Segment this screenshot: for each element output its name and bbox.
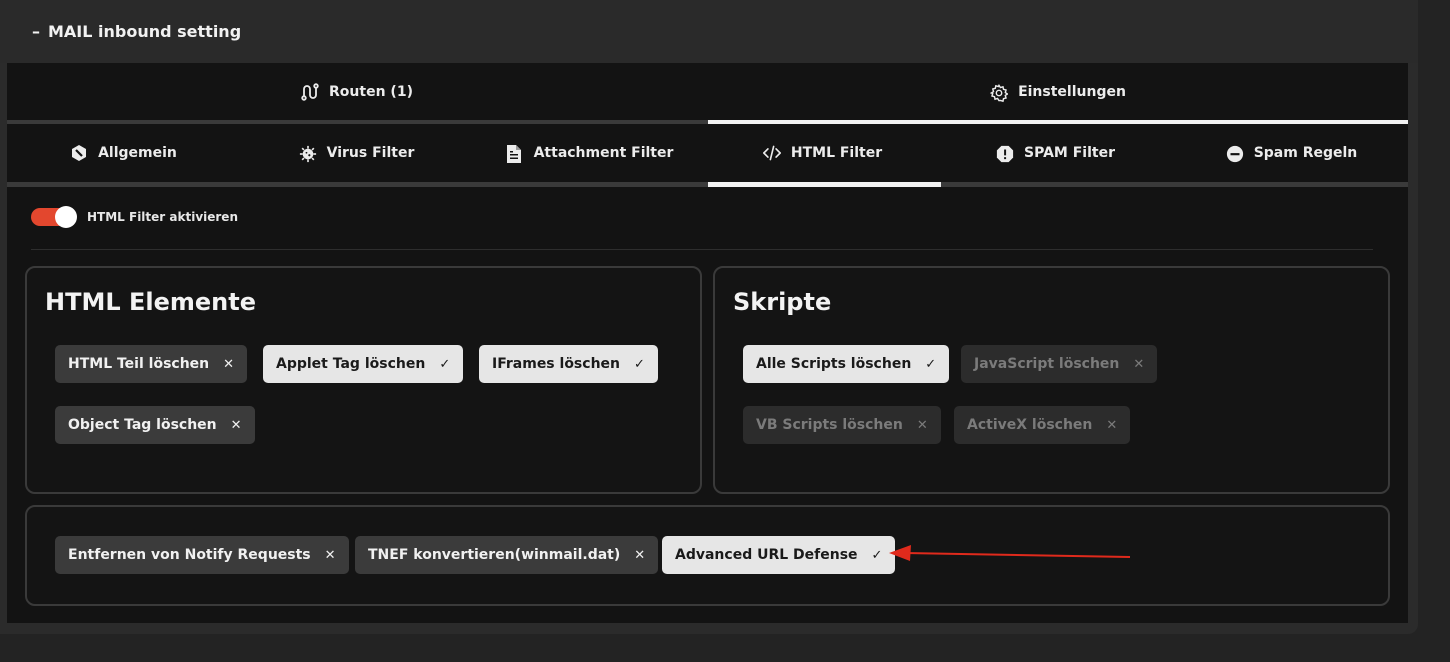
- main-tabs: Routen (1) Einstellungen: [7, 63, 1408, 120]
- close-icon: ✕: [1106, 417, 1118, 433]
- chip-label: Entfernen von Notify Requests: [68, 547, 311, 563]
- tab-allgemein[interactable]: Allgemein: [7, 124, 240, 182]
- check-icon: ✓: [925, 356, 937, 372]
- tab-routen[interactable]: Routen (1): [7, 63, 707, 120]
- tab-spam-regeln-label: Spam Regeln: [1253, 145, 1358, 161]
- chip-advanced-url-defense[interactable]: Advanced URL Defense ✓: [662, 536, 896, 574]
- html-elements-title: HTML Elemente: [45, 288, 257, 316]
- section-title-text: MAIL inbound setting: [48, 22, 242, 41]
- chip-activex-loeschen: ActiveX löschen ✕: [954, 406, 1131, 444]
- chip-label: IFrames löschen: [492, 356, 620, 372]
- chip-javascript-loeschen: JavaScript löschen ✕: [961, 345, 1158, 383]
- html-elements-card: HTML Elemente HTML Teil löschen ✕ Applet…: [25, 266, 702, 494]
- tab-allgemein-label: Allgemein: [98, 145, 177, 161]
- minus-circle-icon: [1226, 144, 1244, 163]
- tab-spam-regeln[interactable]: Spam Regeln: [1175, 124, 1408, 182]
- settings-window: – MAIL inbound setting Routen (1) Einste…: [0, 0, 1418, 634]
- chip-alle-scripts-loeschen[interactable]: Alle Scripts löschen ✓: [743, 345, 950, 383]
- tab-attachment-filter-label: Attachment Filter: [533, 145, 674, 161]
- chip-label: HTML Teil löschen: [68, 356, 210, 372]
- sub-tabs: Allgemein Virus Filter Attachment Filter…: [7, 124, 1408, 182]
- settings-panel: Routen (1) Einstellungen Allgemein Virus…: [7, 63, 1408, 623]
- chip-applet-tag-loeschen[interactable]: Applet Tag löschen ✓: [263, 345, 464, 383]
- chip-label: Object Tag löschen: [68, 417, 217, 433]
- close-icon: ✕: [1133, 356, 1145, 372]
- html-filter-toggle-label: HTML Filter aktivieren: [87, 210, 238, 224]
- chip-object-tag-loeschen[interactable]: Object Tag löschen ✕: [55, 406, 255, 444]
- chip-label: ActiveX löschen: [967, 417, 1093, 433]
- close-icon: ✕: [324, 547, 336, 563]
- sub-tabs-indicator: [7, 182, 1408, 187]
- close-icon: ✕: [230, 417, 242, 433]
- chip-label: JavaScript löschen: [974, 356, 1120, 372]
- section-title[interactable]: – MAIL inbound setting: [32, 22, 241, 41]
- chip-label: TNEF konvertieren(winmail.dat): [368, 547, 621, 563]
- html-filter-toggle[interactable]: [31, 206, 77, 228]
- tab-einstellungen-label: Einstellungen: [1018, 83, 1126, 100]
- exclamation-octagon-icon: [996, 144, 1014, 163]
- chip-label: Applet Tag löschen: [276, 356, 426, 372]
- close-icon: ✕: [634, 547, 646, 563]
- gear-icon: [990, 83, 1009, 102]
- misc-options-card: Entfernen von Notify Requests ✕ TNEF kon…: [25, 505, 1390, 606]
- check-icon: ✓: [634, 356, 645, 372]
- check-icon: ✓: [439, 356, 451, 372]
- chip-tnef-konvertieren[interactable]: TNEF konvertieren(winmail.dat) ✕: [355, 536, 659, 574]
- chip-notify-requests[interactable]: Entfernen von Notify Requests ✕: [55, 536, 349, 574]
- tab-virus-filter-label: Virus Filter: [326, 145, 415, 161]
- scripts-card: Skripte Alle Scripts löschen ✓ JavaScrip…: [713, 266, 1390, 494]
- chip-vb-scripts-loeschen: VB Scripts löschen ✕: [743, 406, 941, 444]
- chip-iframes-loeschen[interactable]: IFrames löschen ✓: [479, 345, 658, 383]
- code-icon: [762, 144, 781, 162]
- tab-einstellungen[interactable]: Einstellungen: [708, 63, 1408, 120]
- divider: [31, 249, 1373, 250]
- html-filter-toggle-row: HTML Filter aktivieren: [31, 206, 238, 228]
- hexagon-icon: [70, 144, 88, 162]
- check-icon: ✓: [871, 547, 883, 563]
- chip-label: Alle Scripts löschen: [756, 356, 912, 372]
- close-icon: ✕: [223, 356, 235, 372]
- section-header[interactable]: – MAIL inbound setting: [0, 0, 1418, 63]
- tab-virus-filter[interactable]: Virus Filter: [240, 124, 473, 182]
- collapse-icon[interactable]: –: [32, 22, 40, 41]
- tab-spam-filter[interactable]: SPAM Filter: [939, 124, 1172, 182]
- chip-label: VB Scripts löschen: [756, 417, 903, 433]
- tab-routen-label: Routen (1): [329, 83, 413, 100]
- tab-html-filter[interactable]: HTML Filter: [706, 124, 939, 182]
- tab-html-filter-label: HTML Filter: [790, 145, 883, 161]
- virus-icon: [299, 144, 317, 163]
- chip-label: Advanced URL Defense: [675, 547, 858, 563]
- close-icon: ✕: [916, 417, 928, 433]
- scripts-title: Skripte: [733, 288, 832, 316]
- route-icon: [301, 82, 319, 101]
- file-icon: [506, 144, 524, 163]
- tab-attachment-filter[interactable]: Attachment Filter: [473, 124, 706, 182]
- tab-spam-filter-label: SPAM Filter: [1024, 145, 1115, 161]
- chip-html-teil-loeschen[interactable]: HTML Teil löschen ✕: [55, 345, 248, 383]
